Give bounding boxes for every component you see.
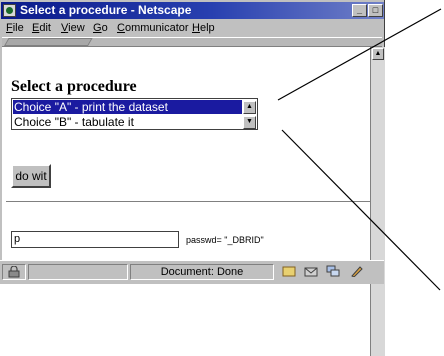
text-input[interactable]: p <box>11 231 179 248</box>
menu-file[interactable]: File <box>6 20 24 36</box>
navigator-icon[interactable] <box>282 265 296 277</box>
scroll-up-icon[interactable]: ▲ <box>243 101 256 114</box>
browser-window: Select a procedure - Netscape _ □ File E… <box>0 0 385 356</box>
page-heading: Select a procedure <box>11 78 137 95</box>
procedure-listbox[interactable]: Choice "A" - print the dataset Choice "B… <box>11 98 258 130</box>
listbox-option-b[interactable]: Choice "B" - tabulate it <box>13 115 242 129</box>
listbox-option-a[interactable]: Choice "A" - print the dataset <box>13 100 242 114</box>
text-field-label: passwd= "_DBRID" <box>186 235 264 245</box>
status-bar: Document: Done <box>0 260 384 284</box>
page-content: Select a procedure Choice "A" - print th… <box>2 47 370 345</box>
component-bar <box>276 264 382 280</box>
discussions-icon[interactable] <box>326 265 340 277</box>
toolbar-tab[interactable] <box>4 38 93 46</box>
page-scroll-up-icon[interactable]: ▲ <box>372 48 384 60</box>
menu-bar: File Edit View Go Communicator Help <box>2 20 382 36</box>
do-wit-button[interactable]: do wit <box>11 164 51 188</box>
mail-icon[interactable] <box>304 265 318 277</box>
minimize-button[interactable]: _ <box>352 4 367 17</box>
menu-communicator[interactable]: Communicator <box>117 20 189 36</box>
maximize-button[interactable]: □ <box>368 4 383 17</box>
collapsed-toolbar[interactable] <box>2 37 382 47</box>
security-cell[interactable] <box>2 264 26 280</box>
horizontal-rule <box>6 201 370 203</box>
menu-help[interactable]: Help <box>192 20 215 36</box>
window-title: Select a procedure - Netscape <box>20 3 192 17</box>
menu-view[interactable]: View <box>61 20 85 36</box>
title-bar[interactable]: Select a procedure - Netscape _ □ <box>1 2 384 19</box>
netscape-app-icon <box>3 4 16 17</box>
page-scrollbar[interactable]: ▲ <box>370 47 385 356</box>
scroll-down-icon[interactable]: ▼ <box>243 116 256 129</box>
menu-edit[interactable]: Edit <box>32 20 51 36</box>
security-lock-icon <box>8 266 20 278</box>
composer-icon[interactable] <box>350 265 364 277</box>
menu-go[interactable]: Go <box>93 20 108 36</box>
status-text: Document: Done <box>130 264 274 280</box>
progress-cell <box>28 264 128 280</box>
